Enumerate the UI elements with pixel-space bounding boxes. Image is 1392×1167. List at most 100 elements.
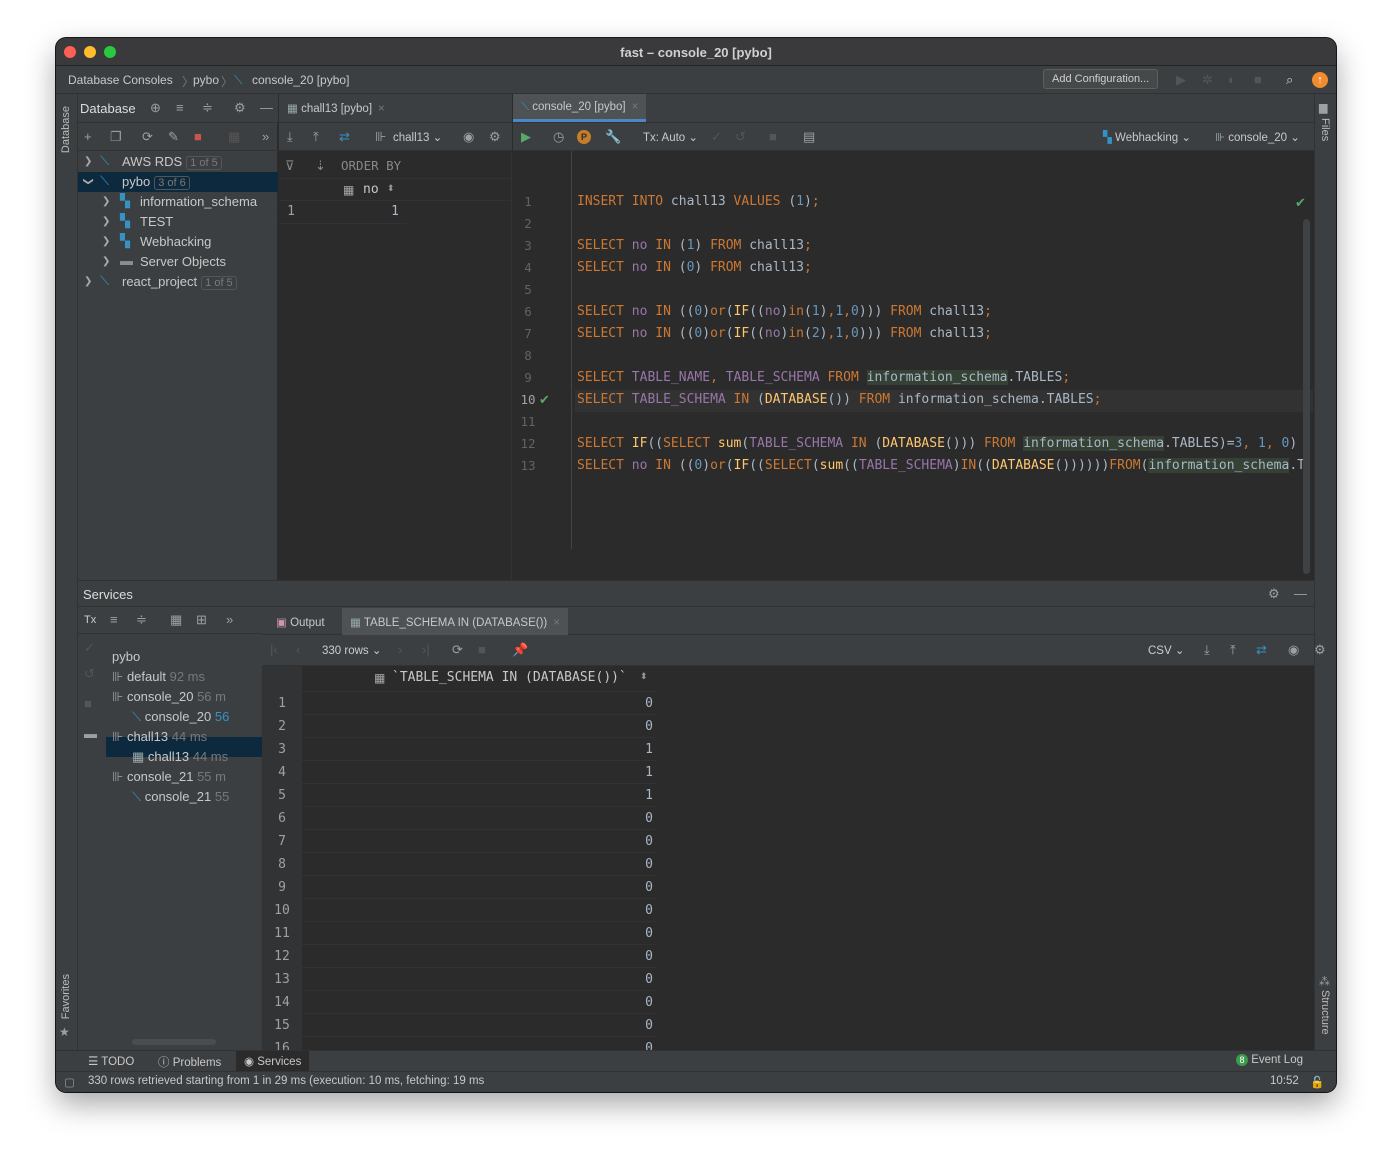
commit-icon[interactable]: ✓ [84,640,95,656]
tab-output[interactable]: ▣ Output [268,608,333,636]
run-icon[interactable]: ▶ [1176,72,1186,88]
schema-selector[interactable]: ▚ Webhacking ⌄ [1103,130,1191,144]
new-service-icon[interactable]: ⊞ [196,612,207,628]
upload-icon[interactable]: ⤒ [1230,642,1236,658]
close-icon[interactable]: × [553,617,560,629]
execute-icon[interactable]: ▶ [521,129,531,145]
tree-item-test[interactable]: TEST [140,214,173,229]
transaction-label[interactable]: Tx [84,614,96,626]
todo-tab[interactable]: ☰ TODO [88,1054,134,1068]
tree-item-aws-rds[interactable]: AWS RDS 1 of 5 [122,154,222,170]
code-line-1[interactable]: INSERT INTO chall13 VALUES (1); [577,194,820,209]
files-tool-tab[interactable]: Files [1319,118,1331,141]
code-line-10[interactable]: SELECT TABLE_SCHEMA IN (DATABASE()) FROM… [577,392,1101,407]
service-chall13[interactable]: ⊪ chall13 44 ms [112,729,207,745]
table-icon[interactable]: ▦ [228,129,240,145]
filter-icon[interactable]: ⊽ [285,158,295,174]
breadcrumb-database-consoles[interactable]: Database Consoles [68,73,173,87]
service-console-20-query[interactable]: ⟍ console_20 56 [132,709,229,725]
code-line-12[interactable]: SELECT IF((SELECT sum(TABLE_SCHEMA IN (D… [577,436,1297,451]
group-icon[interactable]: ▦ [170,612,182,628]
collapse-all-icon[interactable]: ≑ [136,612,147,628]
event-log-tab[interactable]: 8 Event Log [1236,1054,1303,1066]
download-icon[interactable]: ⤓ [287,129,293,145]
service-chall13-table[interactable]: ▦ chall13 44 ms [132,749,228,765]
tree-item-server-objects[interactable]: Server Objects [140,254,226,269]
lock-icon[interactable]: 🔓 [1310,1075,1324,1089]
table-row[interactable]: 13 0 [262,968,657,991]
chevron-down-icon[interactable]: ❯ [83,177,94,185]
add-configuration-button[interactable]: Add Configuration... [1043,69,1159,89]
cell-value[interactable]: 0 [302,715,657,738]
stop-icon[interactable]: ■ [478,642,486,658]
panel-toggle-icon[interactable]: ▢ [64,1075,75,1089]
session-selector[interactable]: chall13 ⌄ [393,130,442,144]
stop-icon[interactable]: ■ [769,129,777,145]
services-tab[interactable]: ◉ Services [236,1051,310,1071]
chevron-right-icon[interactable]: ❯ [84,156,92,167]
cell-value[interactable]: 1 [302,761,657,784]
eye-icon[interactable]: ◉ [463,129,474,145]
hide-icon[interactable]: — [1294,586,1307,602]
tab-result[interactable]: ▦ TABLE_SCHEMA IN (DATABASE()) × [342,608,568,635]
table-row[interactable]: 10 0 [262,899,657,922]
cell-value[interactable]: 0 [302,899,657,922]
add-icon[interactable]: + [84,129,92,145]
cell-value[interactable]: 0 [302,968,657,991]
sort-toggle-icon[interactable]: ⬍ [387,183,395,194]
stop-icon[interactable]: ■ [194,129,202,145]
explain-plan-icon[interactable]: P [577,130,591,144]
more-icon[interactable]: » [226,612,233,628]
cell-value[interactable]: 0 [302,876,657,899]
table-row[interactable]: 1 1 [279,201,407,224]
chevron-right-icon[interactable]: ❯ [84,276,92,287]
eye-icon[interactable]: ◉ [1288,642,1299,658]
table-view-icon[interactable]: ▤ [803,129,815,145]
table-row[interactable]: 15 0 [262,1014,657,1037]
cell-value[interactable]: 0 [302,807,657,830]
cell-value[interactable]: 1 [302,784,657,807]
first-page-icon[interactable]: |‹ [270,642,278,658]
service-console-21-query[interactable]: ⟍ console_21 55 [132,789,229,805]
chevron-right-icon[interactable]: ❯ [102,236,110,247]
cell-value[interactable]: 0 [302,991,657,1014]
code-line-6[interactable]: SELECT no IN ((0)or(IF((no)in(1),1,0))) … [577,304,992,319]
rollback-icon[interactable]: ↺ [84,666,95,682]
database-tool-tab[interactable]: Database [60,106,72,153]
cell-value[interactable]: 0 [302,922,657,945]
refresh-icon[interactable]: ⟳ [142,129,153,145]
rows-count-select[interactable]: 330 rows ⌄ [322,643,382,657]
table-row[interactable]: 10 [262,692,657,715]
next-page-icon[interactable]: › [398,642,402,658]
table-row[interactable]: 80 [262,853,657,876]
tree-item-webhacking[interactable]: Webhacking [140,234,211,249]
upload-icon[interactable]: ⤒ [313,129,319,145]
table-row[interactable]: 12 0 [262,945,657,968]
cell-value[interactable]: 1 [303,204,399,219]
prev-page-icon[interactable]: ‹ [296,642,300,658]
gear-icon[interactable]: ⚙ [1314,642,1326,658]
service-console-21[interactable]: ⊪ console_21 55 m [112,769,226,785]
chevron-right-icon[interactable]: ❯ [102,196,110,207]
rollback-icon[interactable]: ↺ [735,129,746,145]
gear-icon[interactable]: ⚙ [234,100,246,116]
cell-value[interactable]: 0 [302,1037,657,1050]
last-page-icon[interactable]: ›| [422,642,430,658]
problems-tab[interactable]: ⓘ Problems [158,1054,221,1070]
code-line-4[interactable]: SELECT no IN (0) FROM chall13; [577,260,812,275]
cell-value[interactable]: 0 [302,853,657,876]
cell-value[interactable]: 0 [302,692,657,715]
sort-toggle-icon[interactable]: ⬍ [640,671,648,682]
favorites-tool-tab[interactable]: Favorites [60,974,72,1019]
search-icon[interactable]: ⌕ [1286,72,1293,88]
code-line-13[interactable]: SELECT no IN ((0)or(IF((SELECT(sum((TABL… [577,458,1305,473]
console-selector[interactable]: ⊪ console_20 ⌄ [1215,130,1300,144]
gear-icon[interactable]: ⚙ [1268,586,1280,602]
edit-icon[interactable]: ✎ [168,129,179,145]
structure-tool-tab[interactable]: Structure [1319,990,1331,1035]
table-row[interactable]: 41 [262,761,657,784]
table-row[interactable]: 90 [262,876,657,899]
cell-value[interactable]: 0 [302,830,657,853]
hide-icon[interactable]: — [260,100,273,116]
breadcrumb-pybo[interactable]: pybo [193,73,219,87]
